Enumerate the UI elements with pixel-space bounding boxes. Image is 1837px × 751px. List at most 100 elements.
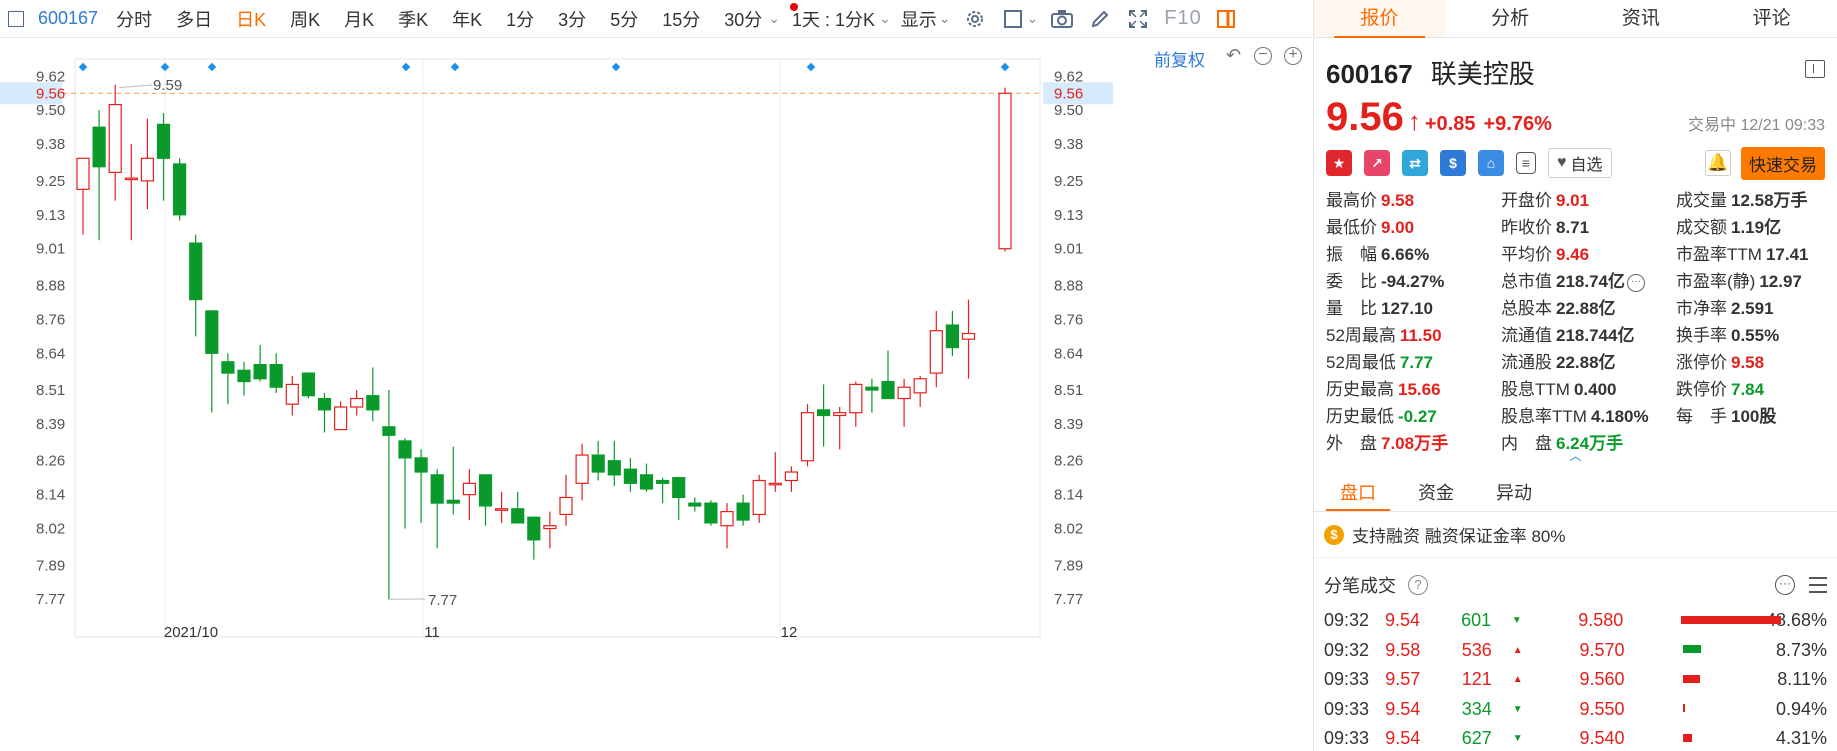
candle-body[interactable] [720,510,734,527]
period-tab-3[interactable]: 周K [290,6,320,32]
draw-pencil-icon[interactable] [1088,7,1112,31]
candle-body[interactable] [833,412,847,417]
more-icon[interactable]: ··· [1775,575,1795,595]
event-marker-icon[interactable] [806,62,816,72]
notes-icon[interactable]: ≡ [1516,152,1536,174]
candle-body[interactable] [92,126,106,168]
candle-body[interactable] [849,383,863,414]
event-marker-icon[interactable] [611,62,621,72]
candle-body[interactable] [623,468,638,484]
event-marker-icon[interactable] [401,62,411,72]
panel-tab-3[interactable]: 评论 [1706,0,1837,37]
candle-body[interactable] [784,471,799,482]
candle-body[interactable] [205,310,219,354]
candle-body[interactable] [998,92,1012,250]
zoom-out-icon[interactable]: − [1254,47,1272,65]
more-info-icon[interactable]: ··· [1627,273,1645,292]
candle-body[interactable] [366,395,380,411]
candle-body[interactable] [559,496,573,516]
period-tab-1[interactable]: 多日 [176,6,212,32]
period-tab-10[interactable]: 15分 [662,6,700,32]
candle-body[interactable] [543,525,557,530]
settings-gear-icon[interactable] [963,7,987,31]
period-tab-9[interactable]: 5分 [610,6,638,32]
china-flag-icon[interactable]: ★ [1326,150,1352,176]
candle-body[interactable] [881,380,895,400]
candle-body[interactable] [897,386,911,400]
candle-body[interactable] [865,386,879,391]
candle-body[interactable] [752,479,766,516]
candle-body[interactable] [575,454,589,484]
event-marker-icon[interactable] [450,62,460,72]
period-tab-2[interactable]: 日K [236,6,266,32]
event-marker-icon[interactable] [207,62,217,72]
candle-body[interactable] [704,502,718,524]
candle-body[interactable] [961,332,976,340]
undo-icon[interactable]: ↶ [1226,45,1241,66]
shuffle-icon[interactable]: ⇄ [1402,150,1428,176]
candle-body[interactable] [285,383,299,405]
period-tab-4[interactable]: 月K [344,6,374,32]
candle-body[interactable] [140,157,154,182]
orderbook-tab-0[interactable]: 盘口 [1326,476,1390,511]
kline-chart[interactable]: 9.62 9.62 9.56 9.56 9.50 9.50 9.38 9.38 9.25 9.25… [0,39,1312,751]
limit-up-icon[interactable]: ↗ [1364,150,1390,176]
period-tab-0[interactable]: 分时 [116,6,152,32]
indicator-box-icon[interactable] [1001,7,1025,31]
event-marker-icon[interactable] [1000,62,1010,72]
adjust-mode-button[interactable]: 前复权 [1154,46,1205,71]
candle-body[interactable] [108,103,122,174]
candle-body[interactable] [655,479,670,484]
period-tab-8[interactable]: 3分 [558,6,586,32]
help-icon[interactable]: ? [1408,575,1428,595]
candle-body[interactable] [398,440,412,459]
tag-icon[interactable]: ⌂ [1478,150,1504,176]
candle-body[interactable] [334,406,348,431]
chevron-down-icon[interactable]: ⌄ [879,10,891,27]
add-watchlist-button[interactable]: ♥ 自选 [1548,148,1612,178]
candle-body[interactable] [430,474,444,504]
candle-body[interactable] [350,397,364,408]
bell-alert-icon[interactable]: 🔔 [1705,150,1731,176]
candle-body[interactable] [173,163,187,216]
candle-body[interactable] [253,364,267,380]
candle-body[interactable] [768,482,782,486]
list-view-icon[interactable] [1809,577,1827,593]
chevron-down-icon[interactable]: ⌄ [939,10,951,27]
panel-tab-1[interactable]: 分析 [1445,0,1576,37]
candle-body[interactable] [301,372,315,397]
panel-tab-2[interactable]: 资讯 [1576,0,1707,37]
candle-body[interactable] [221,361,235,374]
candle-body[interactable] [156,123,171,159]
candle-body[interactable] [913,378,927,394]
candle-body[interactable] [800,412,815,462]
event-marker-icon[interactable] [160,62,170,72]
side-panel-icon[interactable] [1214,7,1238,31]
zoom-in-icon[interactable]: + [1284,47,1302,65]
candle-body[interactable] [929,330,943,374]
display-menu[interactable]: 显示 [901,6,937,32]
period-tab-11[interactable]: 30分 [724,6,762,32]
candle-body[interactable] [414,457,428,473]
candle-body[interactable] [527,516,541,541]
candle-body[interactable] [816,409,831,417]
candle-body[interactable] [124,177,138,181]
orderbook-tab-1[interactable]: 资金 [1404,476,1468,511]
period-tab-7[interactable]: 1分 [506,6,534,32]
candle-body[interactable] [189,242,203,301]
panel-tab-0[interactable]: 报价 [1314,0,1445,38]
camera-icon[interactable] [1050,7,1074,31]
chevron-down-icon[interactable]: ⌄ [1027,10,1039,27]
candle-body[interactable] [591,454,605,473]
candle-body[interactable] [76,157,90,190]
orderbook-tab-2[interactable]: 异动 [1482,476,1546,511]
candle-body[interactable] [478,474,493,507]
fullscreen-icon[interactable] [1126,7,1150,31]
quick-trade-button[interactable]: 快速交易 [1741,146,1825,180]
dollar-icon[interactable]: $ [1440,150,1466,176]
candle-body[interactable] [382,426,396,436]
candle-body[interactable] [945,324,960,349]
period-tab-6[interactable]: 年K [452,6,482,32]
f10-button[interactable]: F10 [1164,7,1201,30]
candle-body[interactable] [237,369,251,383]
